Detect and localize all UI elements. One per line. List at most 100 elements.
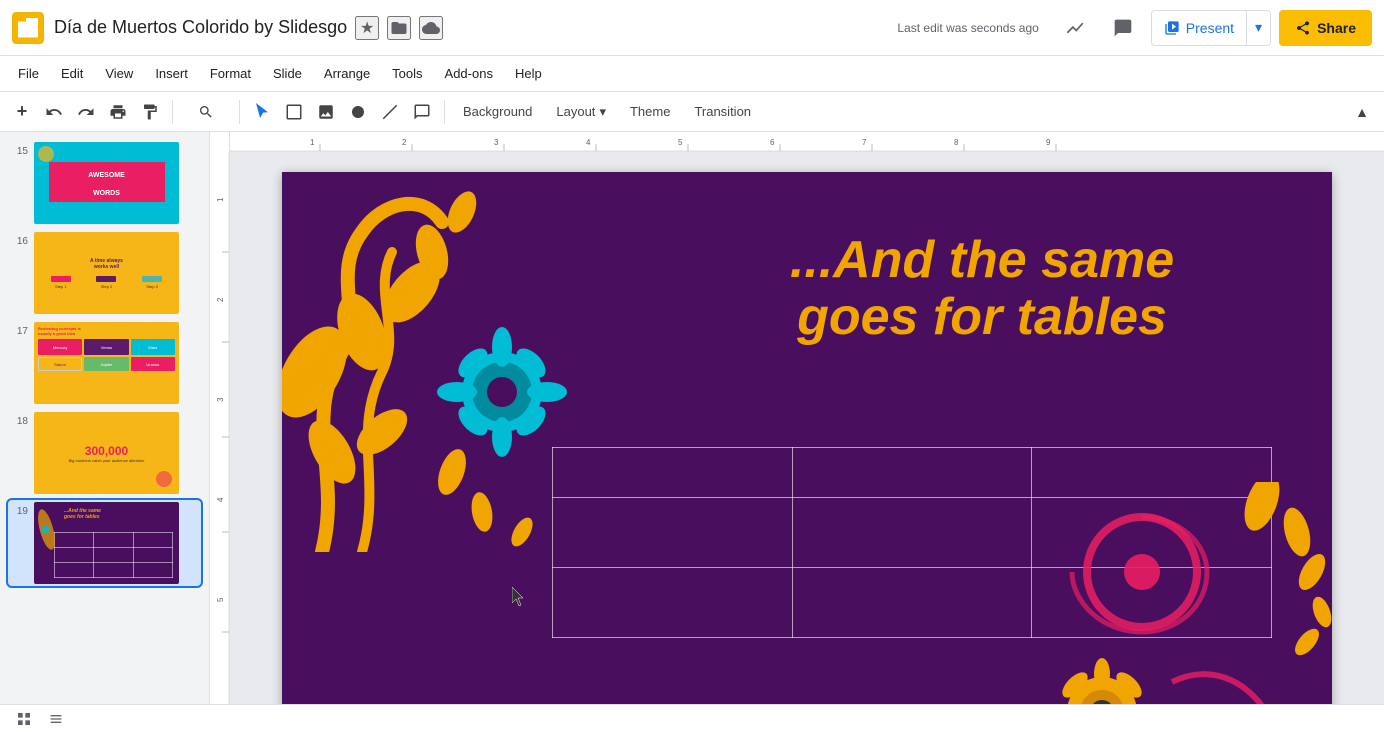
slide-thumb-19[interactable]: 19 ...And the samegoes for tables [8, 500, 201, 586]
svg-text:4: 4 [216, 497, 225, 502]
top-bar: Día de Muertos Colorido by Slidesgo ★ La… [0, 0, 1384, 56]
present-label: Present [1186, 20, 1234, 36]
menu-file[interactable]: File [8, 62, 49, 85]
slide-num-19: 19 [10, 502, 28, 517]
top-right-icons: Present ▾ Share [1055, 8, 1372, 48]
print-button[interactable] [104, 96, 132, 128]
select-tool-button[interactable] [280, 96, 308, 128]
svg-text:2: 2 [402, 138, 407, 147]
ruler-horizontal: 1 2 3 4 5 6 7 8 9 [230, 132, 1384, 151]
ruler-vertical: 1 2 3 4 5 [210, 152, 230, 732]
menu-edit[interactable]: Edit [51, 62, 93, 85]
slide-num-16: 16 [10, 232, 28, 247]
menu-tools[interactable]: Tools [382, 62, 432, 85]
collapse-toolbar-button[interactable]: ▲ [1348, 96, 1376, 128]
slide-thumb-18[interactable]: 18 300,000 Big numbers catch your audien… [8, 410, 201, 496]
menu-format[interactable]: Format [200, 62, 261, 85]
deco-top-left [282, 172, 592, 552]
theme-button[interactable]: Theme [620, 96, 680, 128]
line-button[interactable] [376, 96, 404, 128]
svg-text:8: 8 [954, 138, 959, 147]
title-icons: ★ [355, 16, 443, 40]
slide-num-15: 15 [10, 142, 28, 157]
sep3 [444, 100, 445, 124]
cursor-tool-button[interactable] [248, 96, 276, 128]
doc-title[interactable]: Día de Muertos Colorido by Slidesgo [54, 17, 347, 38]
paint-format-button[interactable] [136, 96, 164, 128]
sep1 [172, 100, 173, 124]
menu-slide[interactable]: Slide [263, 62, 312, 85]
bottom-left-icons [12, 707, 68, 731]
shape-button[interactable] [344, 96, 372, 128]
undo-button[interactable] [40, 96, 68, 128]
present-main[interactable]: Present [1152, 11, 1247, 45]
slide-title-line2: goes for tables [672, 289, 1292, 346]
present-dropdown-arrow[interactable]: ▾ [1247, 11, 1270, 45]
redo-button[interactable] [72, 96, 100, 128]
layout-button[interactable]: Layout ▾ [546, 96, 616, 128]
main-area: 15 AWESOME WORDS 16 A time [0, 132, 1384, 732]
slide-thumb-15[interactable]: 15 AWESOME WORDS [8, 140, 201, 226]
menu-addons[interactable]: Add-ons [435, 62, 503, 85]
table-cell-32[interactable] [792, 568, 1032, 638]
table-cell-21[interactable] [553, 498, 793, 568]
star-button[interactable]: ★ [355, 16, 379, 40]
slide-num-17: 17 [10, 322, 28, 337]
layout-label: Layout [556, 104, 595, 119]
menu-view[interactable]: View [95, 62, 143, 85]
table-cell-31[interactable] [553, 568, 793, 638]
folder-button[interactable] [387, 16, 411, 40]
svg-text:7: 7 [862, 138, 867, 147]
table-cell-h2[interactable] [792, 448, 1032, 498]
app-icon-graphic [18, 18, 38, 38]
menu-help[interactable]: Help [505, 62, 552, 85]
svg-text:1: 1 [216, 197, 225, 202]
thumb-img-15: AWESOME WORDS [34, 142, 179, 224]
menu-insert[interactable]: Insert [145, 62, 198, 85]
main-slide[interactable]: ...And the same goes for tables [282, 172, 1332, 732]
background-button[interactable]: Background [453, 96, 542, 128]
canvas-body: 1 2 3 4 5 [210, 152, 1384, 732]
table-cell-h1[interactable] [553, 448, 793, 498]
toolbar: + Background Layout ▾ Theme T [0, 92, 1384, 132]
theme-label: Theme [630, 104, 670, 119]
svg-text:5: 5 [216, 597, 225, 602]
last-edit-text: Last edit was seconds ago [897, 21, 1038, 35]
analytics-button[interactable] [1055, 8, 1095, 48]
add-slide-button[interactable]: + [8, 96, 36, 128]
list-view-button[interactable] [44, 707, 68, 731]
menu-arrange[interactable]: Arrange [314, 62, 380, 85]
comment-button[interactable] [408, 96, 436, 128]
cursor-indicator [512, 587, 528, 612]
thumb-img-18: 300,000 Big numbers catch your audience … [34, 412, 179, 494]
slide-title-line1: ...And the same [672, 232, 1292, 289]
slide-thumb-17[interactable]: 17 Reviewing concepts isusually a good i… [8, 320, 201, 406]
image-button[interactable] [312, 96, 340, 128]
transition-button[interactable]: Transition [684, 96, 761, 128]
zoom-button[interactable] [181, 96, 231, 128]
layout-arrow-icon: ▾ [599, 104, 606, 120]
deco-bottom-right [1012, 482, 1332, 732]
grid-view-button[interactable] [12, 707, 36, 731]
slide-num-18: 18 [10, 412, 28, 427]
app-icon[interactable] [12, 12, 44, 44]
svg-text:6: 6 [770, 138, 775, 147]
slide-panel: 15 AWESOME WORDS 16 A time [0, 132, 210, 732]
menu-bar: File Edit View Insert Format Slide Arran… [0, 56, 1384, 92]
svg-text:2: 2 [216, 297, 225, 302]
slide-canvas[interactable]: ...And the same goes for tables [230, 152, 1384, 732]
svg-text:5: 5 [678, 138, 683, 147]
present-button[interactable]: Present ▾ [1151, 10, 1271, 46]
thumb-img-17: Reviewing concepts isusually a good idea… [34, 322, 179, 404]
slide-title[interactable]: ...And the same goes for tables [672, 232, 1292, 346]
comments-button[interactable] [1103, 8, 1143, 48]
svg-text:3: 3 [216, 397, 225, 402]
svg-text:1: 1 [310, 138, 315, 147]
canvas-area: 1 2 3 4 5 6 7 8 9 [210, 132, 1384, 732]
share-label: Share [1317, 20, 1356, 36]
svg-text:9: 9 [1046, 138, 1051, 147]
cloud-button[interactable] [419, 16, 443, 40]
table-cell-22[interactable] [792, 498, 1032, 568]
share-button[interactable]: Share [1279, 10, 1372, 46]
slide-thumb-16[interactable]: 16 A time alwaysworks well Step 1 Step 2 [8, 230, 201, 316]
